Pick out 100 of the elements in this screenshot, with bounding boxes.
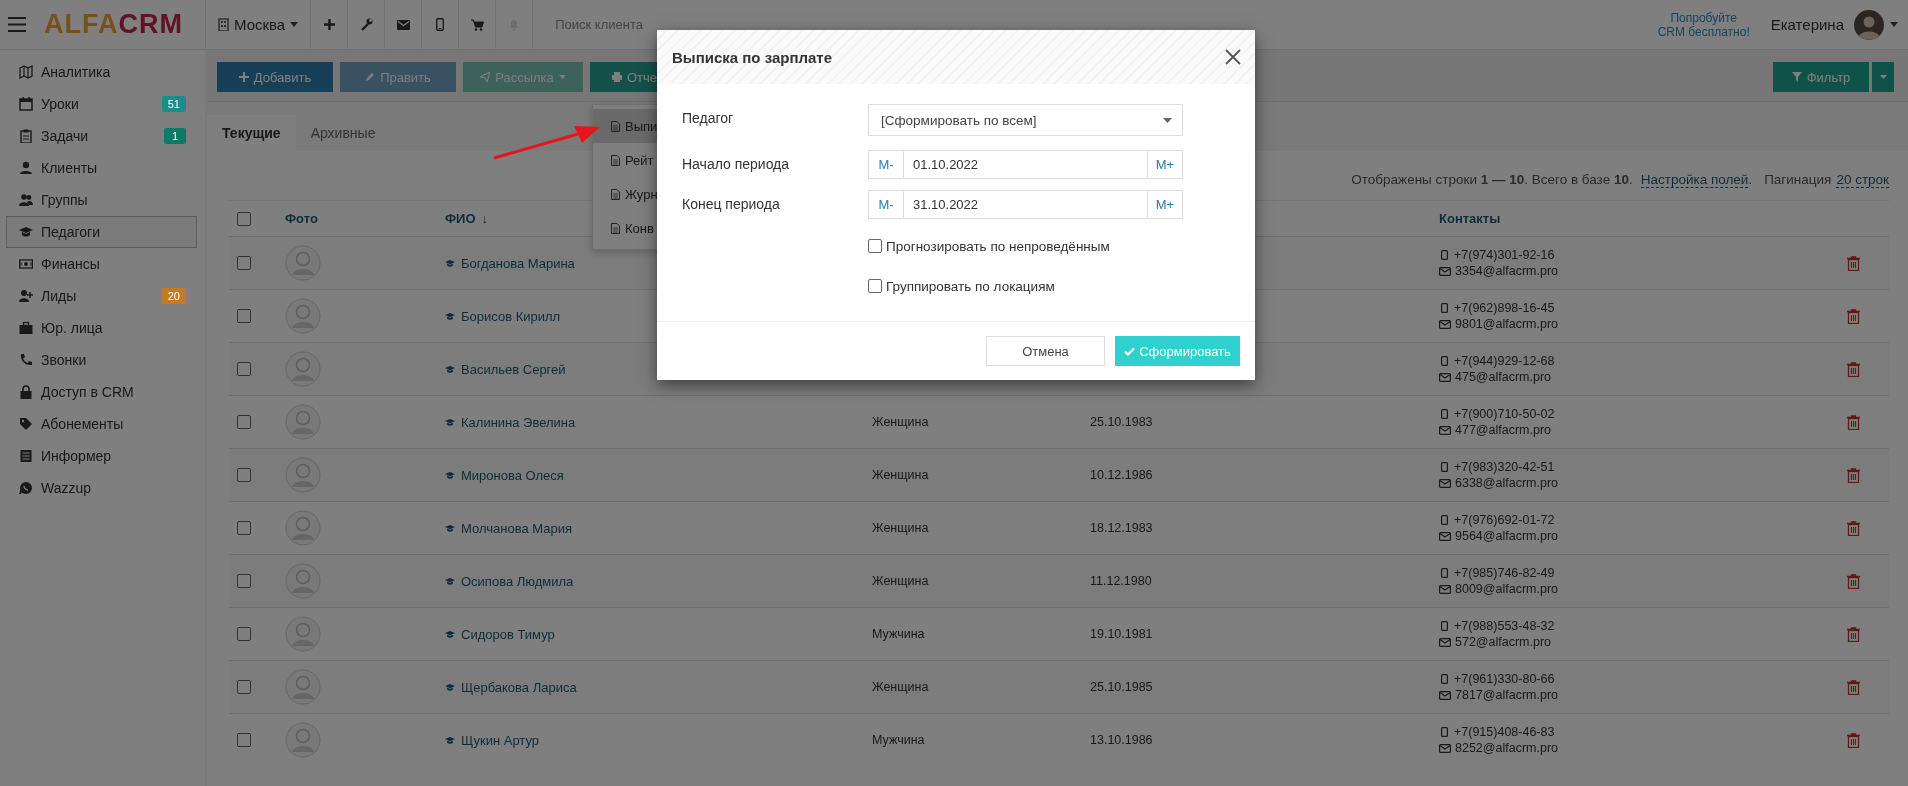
sidebar-item[interactable]: Юр. лица (6, 312, 197, 344)
caret-icon[interactable] (1890, 22, 1898, 27)
sort-arrow[interactable]: ↓ (481, 211, 489, 226)
teacher-link[interactable]: Борисов Кирилл (445, 308, 561, 324)
promo-link[interactable]: Попробуйте CRM бесплатно! (1656, 10, 1751, 39)
trash-icon[interactable] (1847, 573, 1860, 589)
plus-icon[interactable] (322, 18, 336, 31)
trash-icon[interactable] (1847, 414, 1860, 430)
trash-icon[interactable] (1847, 467, 1860, 483)
wrench-icon[interactable] (359, 18, 373, 31)
row-checkbox[interactable] (237, 574, 251, 588)
checkbox[interactable] (868, 239, 882, 253)
sidebar-item[interactable]: Абонементы (6, 408, 197, 440)
table-cell: Мужчина (872, 733, 925, 747)
date-field[interactable]: 01.10.2022 (904, 150, 1147, 179)
phone-text: +7(983)320-42-51 (1454, 460, 1555, 474)
email-text: 9564@alfacrm.pro (1455, 529, 1558, 543)
mobile-icon[interactable] (436, 18, 445, 31)
row-checkbox[interactable] (237, 415, 251, 429)
table-cell: Женщина (872, 574, 929, 588)
trash-icon[interactable] (1847, 732, 1860, 748)
month-back-button[interactable]: M- (868, 150, 904, 179)
row-checkbox[interactable] (237, 680, 251, 694)
envelope-icon (1439, 637, 1451, 647)
trash-icon[interactable] (1847, 361, 1860, 377)
toolbar-button[interactable]: Добавить (217, 62, 333, 92)
row-checkbox[interactable] (237, 468, 251, 482)
sidebar-item[interactable]: Аналитика (6, 56, 197, 88)
sidebar-item[interactable]: Звонки (6, 344, 197, 376)
table-cell: 19.10.1981 (1090, 627, 1153, 641)
sidebar-item[interactable]: Лиды 20 (6, 280, 197, 312)
avatar-icon[interactable] (1854, 9, 1884, 40)
filter-caret-button[interactable] (1872, 62, 1894, 92)
sidebar-item[interactable]: Уроки 51 (6, 88, 197, 120)
date-field[interactable]: 31.10.2022 (904, 190, 1147, 219)
avatar-icon (285, 669, 321, 705)
sidebar-item[interactable]: Педагоги (6, 216, 197, 248)
money-icon (19, 257, 33, 271)
table-cell: 11.12.1980 (1090, 574, 1152, 588)
email-text: 8252@alfacrm.pro (1455, 741, 1558, 755)
sidebar-item[interactable]: Клиенты (6, 152, 197, 184)
document-icon (611, 188, 620, 200)
sidebar-item[interactable]: Группы (6, 184, 197, 216)
filter-button[interactable]: Фильтр (1773, 62, 1869, 92)
close-icon[interactable] (1225, 49, 1241, 65)
table-cell: Женщина (872, 680, 929, 694)
caret-icon (1163, 117, 1172, 123)
trash-icon[interactable] (1847, 626, 1860, 642)
tab[interactable]: Архивные (295, 115, 391, 151)
teacher-link[interactable]: Богданова Марина (445, 255, 575, 271)
column-header[interactable]: Фото (285, 211, 318, 226)
sidebar-item[interactable]: Информер (6, 440, 197, 472)
row-checkbox[interactable] (237, 627, 251, 641)
row-checkbox[interactable] (237, 256, 251, 270)
cart-icon[interactable] (470, 18, 484, 31)
month-back-button[interactable]: M- (868, 190, 904, 219)
row-checkbox[interactable] (237, 309, 251, 323)
sidebar-item[interactable]: Задачи 1 (6, 120, 197, 152)
menu-icon[interactable] (8, 17, 26, 32)
select-all-checkbox[interactable] (237, 211, 251, 226)
user-name[interactable]: Екатерина (1770, 16, 1844, 33)
sidebar-item[interactable]: Wazzup (6, 472, 197, 504)
teacher-link[interactable]: Сидоров Тимур (445, 626, 555, 642)
teacher-link[interactable]: Осипова Людмила (445, 573, 574, 589)
trash-icon[interactable] (1847, 679, 1860, 695)
checkbox[interactable] (868, 279, 882, 293)
city-dropdown[interactable]: Москва (205, 0, 312, 50)
row-checkbox[interactable] (237, 733, 251, 747)
month-forward-button[interactable]: M+ (1147, 190, 1183, 219)
teacher-select[interactable]: [Сформировать по всем] (868, 104, 1183, 136)
row-checkbox[interactable] (237, 362, 251, 376)
teacher-link[interactable]: Щукин Артур (445, 732, 539, 748)
teacher-link[interactable]: Васильев Сергей (445, 361, 566, 377)
row-checkbox[interactable] (237, 521, 251, 535)
teacher-link[interactable]: Молчанова Мария (445, 520, 572, 536)
avatar-icon (285, 563, 321, 599)
table-cell: 25.10.1985 (1090, 680, 1153, 694)
envelope-icon[interactable] (396, 19, 410, 30)
column-header[interactable]: ФИО (445, 211, 476, 226)
envelope-icon (1439, 743, 1451, 753)
sidebar-item[interactable]: Доступ в CRM (6, 376, 197, 408)
mobile-icon (1441, 727, 1448, 737)
teacher-link[interactable]: Калинина Эвелина (445, 414, 576, 430)
column-header[interactable]: Контакты (1439, 211, 1501, 226)
envelope-icon (1439, 584, 1451, 594)
phone-icon (19, 353, 33, 367)
cancel-button[interactable]: Отмена (986, 336, 1105, 366)
trash-icon[interactable] (1847, 255, 1860, 271)
teacher-link[interactable]: Щербакова Лариса (445, 679, 577, 695)
trash-icon[interactable] (1847, 520, 1860, 536)
teacher-link[interactable]: Миронова Олеся (445, 467, 564, 483)
trash-icon[interactable] (1847, 308, 1860, 324)
graduation-cap-icon (19, 225, 33, 239)
table-cell: 13.10.1986 (1090, 733, 1153, 747)
tab[interactable]: Текущие (207, 115, 296, 151)
sidebar-item[interactable]: Финансы (6, 248, 197, 280)
month-forward-button[interactable]: M+ (1147, 150, 1183, 179)
envelope-icon (1439, 425, 1451, 435)
pagination-link[interactable]: 20 строк (1836, 172, 1889, 188)
logo[interactable]: ALFACRM (44, 9, 183, 40)
